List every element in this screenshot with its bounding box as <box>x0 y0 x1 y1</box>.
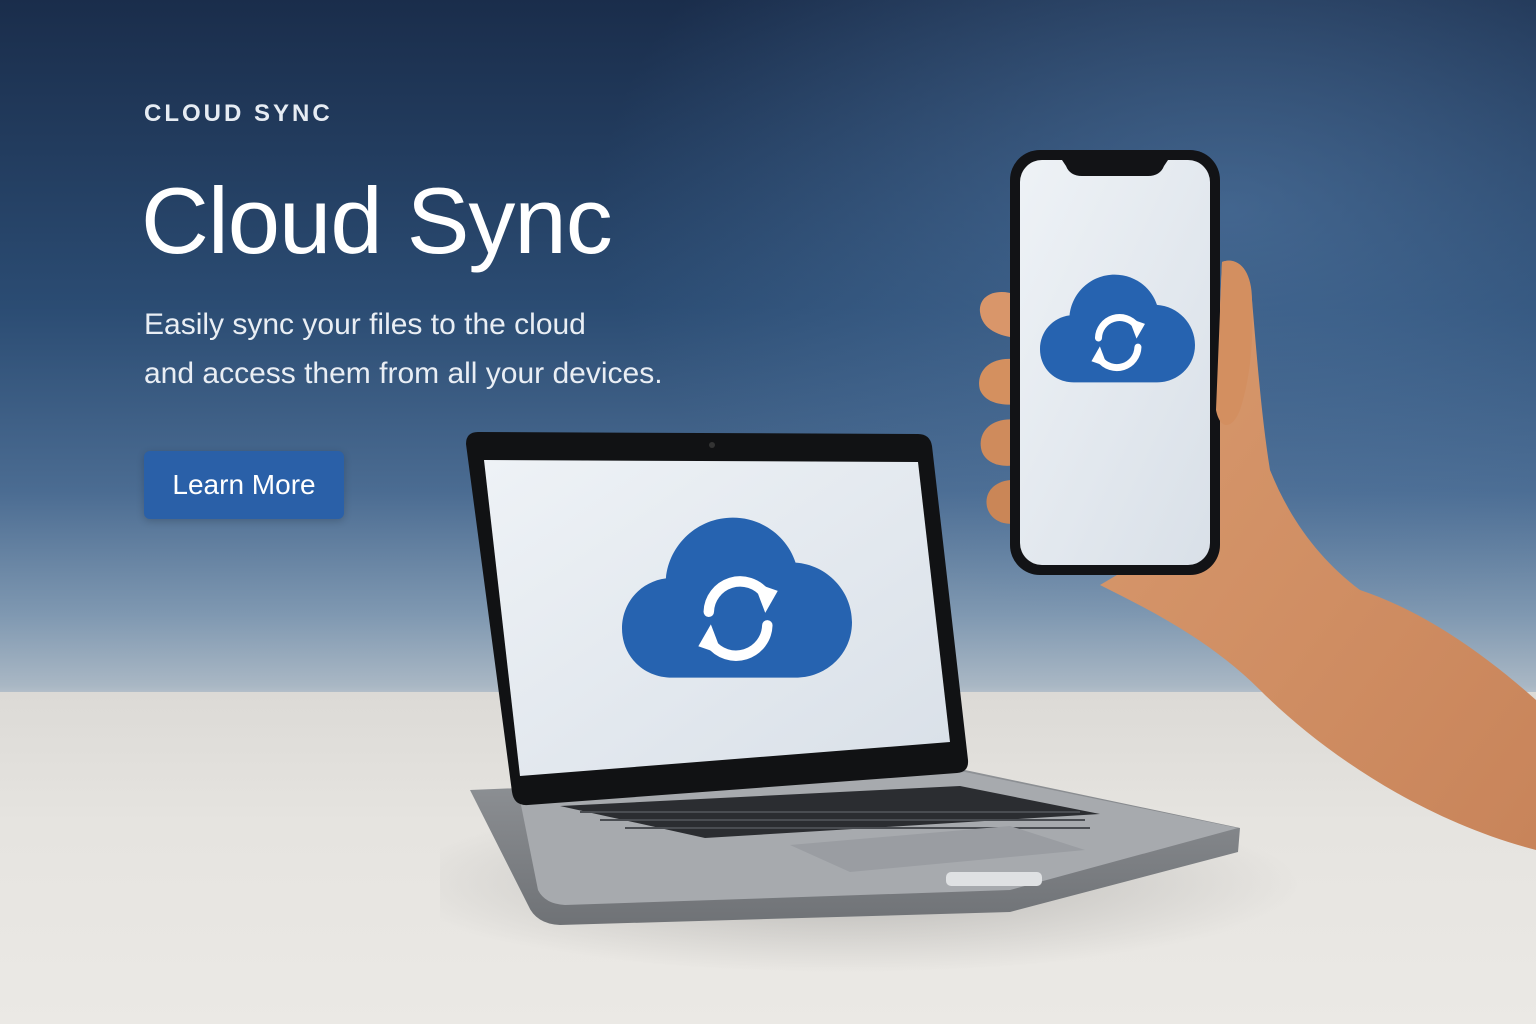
phone <box>1010 150 1220 575</box>
laptop-notch <box>946 872 1042 886</box>
phone-notch <box>1062 160 1168 176</box>
laptop-camera <box>709 442 715 448</box>
devices-illustration <box>466 150 1536 925</box>
hero-banner: CLOUD SYNC Cloud Sync Easily sync your f… <box>0 0 1536 1024</box>
